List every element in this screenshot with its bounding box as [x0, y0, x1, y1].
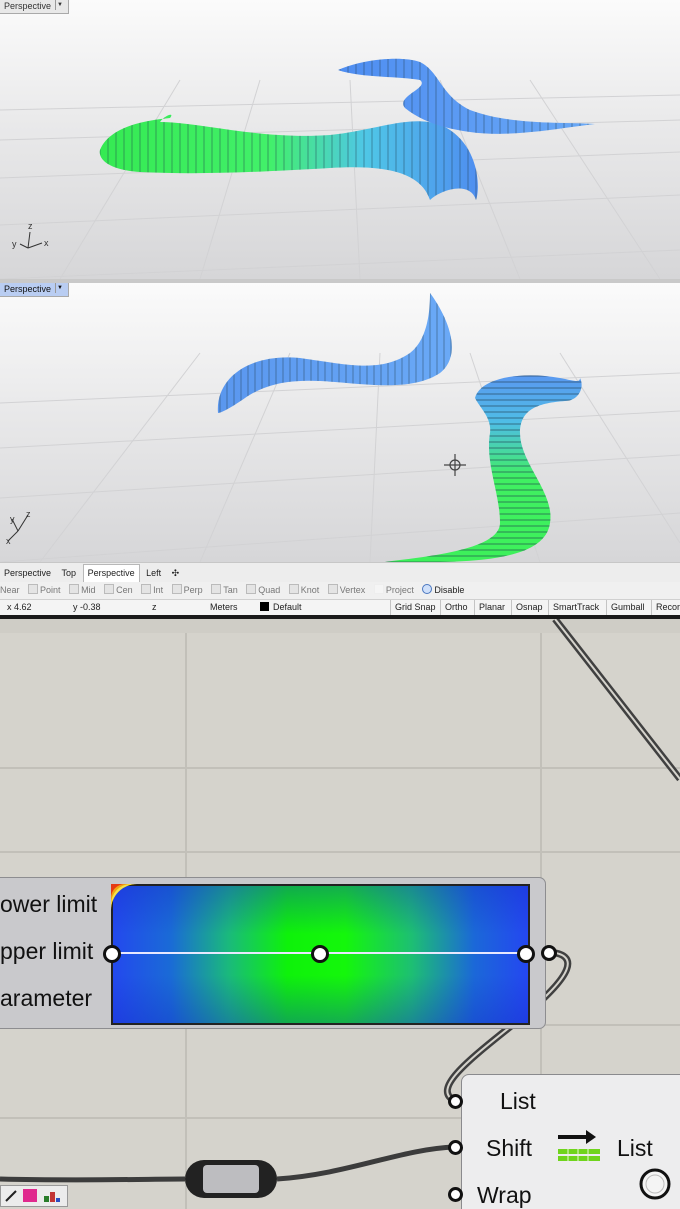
output-port[interactable] — [541, 945, 557, 961]
tab-perspective[interactable]: Perspective — [0, 565, 55, 582]
input-upper-limit[interactable]: pper limit — [0, 938, 93, 965]
gradient-preset-icon[interactable] — [111, 884, 137, 910]
shift-output-list[interactable]: List — [617, 1135, 653, 1162]
osnap-project[interactable]: Project — [373, 584, 414, 595]
tab-top[interactable]: Top — [58, 565, 81, 582]
osnap-vertex[interactable]: Vertex — [327, 584, 365, 595]
input-lower-limit[interactable]: ower limit — [0, 891, 97, 918]
osnap-mid[interactable]: Mid — [69, 584, 96, 595]
planar-button[interactable]: Planar — [474, 600, 505, 615]
axis-y-label: y — [10, 514, 15, 524]
osnap-near[interactable]: Near — [0, 585, 20, 595]
axis-x-label: x — [44, 238, 49, 248]
grasshopper-canvas[interactable]: ower limit pper limit arameter List Shif… — [0, 619, 680, 1209]
osnap-perp[interactable]: Perp — [171, 584, 203, 595]
input-parameter[interactable]: arameter — [0, 985, 92, 1012]
gradient-grip-left[interactable] — [103, 945, 121, 963]
tab-perspective-active[interactable]: Perspective — [82, 564, 140, 582]
input-port-wrap[interactable] — [448, 1187, 463, 1202]
viewport-title: Perspective — [4, 1, 52, 11]
preview-icon[interactable] — [23, 1189, 37, 1202]
shift-list-icon — [558, 1130, 600, 1161]
coord-y: y -0.38 — [73, 602, 101, 612]
shift-input-shift[interactable]: Shift — [486, 1135, 532, 1162]
viewport-title-tab[interactable]: Perspective ▼ — [0, 283, 70, 297]
osnap-point[interactable]: Point — [28, 584, 61, 595]
record-history-button[interactable]: Recor — [651, 600, 680, 615]
add-tab-icon[interactable]: ✣ — [168, 565, 184, 582]
osnap-knot[interactable]: Knot — [288, 584, 319, 595]
chevron-down-icon[interactable]: ▼ — [55, 0, 64, 10]
surface-blue — [338, 58, 595, 134]
axis-y-label: y — [12, 239, 17, 249]
bake-icon[interactable] — [43, 1189, 60, 1202]
axis-z-label: z — [26, 509, 31, 519]
shift-input-wrap[interactable]: Wrap — [477, 1182, 532, 1209]
relay-node[interactable] — [185, 1160, 277, 1198]
layer-label[interactable]: Default — [273, 600, 302, 615]
pencil-icon[interactable] — [4, 1189, 18, 1202]
construction-grid — [0, 58, 680, 279]
viewport-tabs: Perspective Top Perspective Left ✣ — [0, 562, 680, 582]
viewport-title-tab[interactable]: Perspective ▼ — [0, 0, 70, 14]
construction-grid — [0, 293, 680, 562]
surface-green-vertical — [385, 375, 582, 562]
chevron-down-icon[interactable]: ▼ — [55, 283, 64, 293]
input-port-shift[interactable] — [448, 1140, 463, 1155]
axis-z-label: z — [28, 221, 33, 231]
gumball-button[interactable]: Gumball — [606, 600, 645, 615]
canvas-toolbar — [0, 1185, 68, 1207]
osnap-tan[interactable]: Tan — [211, 584, 238, 595]
zoom-circle-icon[interactable] — [638, 1167, 672, 1201]
gradient-grip-mid[interactable] — [311, 945, 329, 963]
input-port-list[interactable] — [448, 1094, 463, 1109]
smarttrack-button[interactable]: SmartTrack — [548, 600, 599, 615]
tab-left[interactable]: Left — [142, 565, 165, 582]
grid-snap-button[interactable]: Grid Snap — [390, 600, 436, 615]
axis-gizmo — [19, 231, 43, 249]
gradient-grip-right[interactable] — [517, 945, 535, 963]
surface-green-blue — [99, 114, 478, 200]
axis-x-label: x — [6, 536, 11, 546]
osnap-quad[interactable]: Quad — [246, 584, 280, 595]
layer-swatch — [260, 600, 269, 615]
shift-input-list[interactable]: List — [500, 1088, 536, 1115]
osnap-cen[interactable]: Cen — [104, 584, 133, 595]
gumball-cursor-icon[interactable] — [444, 454, 466, 476]
status-bar: x 4.62 y -0.38 z Meters Default Grid Sna… — [0, 599, 680, 616]
coord-z: z — [152, 602, 157, 612]
viewport-perspective-bottom[interactable]: z y x Perspective ▼ — [0, 283, 680, 562]
osnap-int[interactable]: Int — [141, 584, 163, 595]
osnap-button[interactable]: Osnap — [511, 600, 543, 615]
viewport-perspective-top[interactable]: z x y Perspective ▼ — [0, 0, 680, 279]
surface-blue-upper — [217, 293, 452, 413]
osnap-bar: Near Point Mid Cen Int Perp Tan Quad Kno… — [0, 582, 680, 599]
viewport-title: Perspective — [4, 284, 52, 294]
units-label[interactable]: Meters — [210, 600, 238, 615]
osnap-disable[interactable]: Disable — [422, 584, 464, 595]
ortho-button[interactable]: Ortho — [440, 600, 468, 615]
coord-x: x 4.62 — [7, 602, 32, 612]
